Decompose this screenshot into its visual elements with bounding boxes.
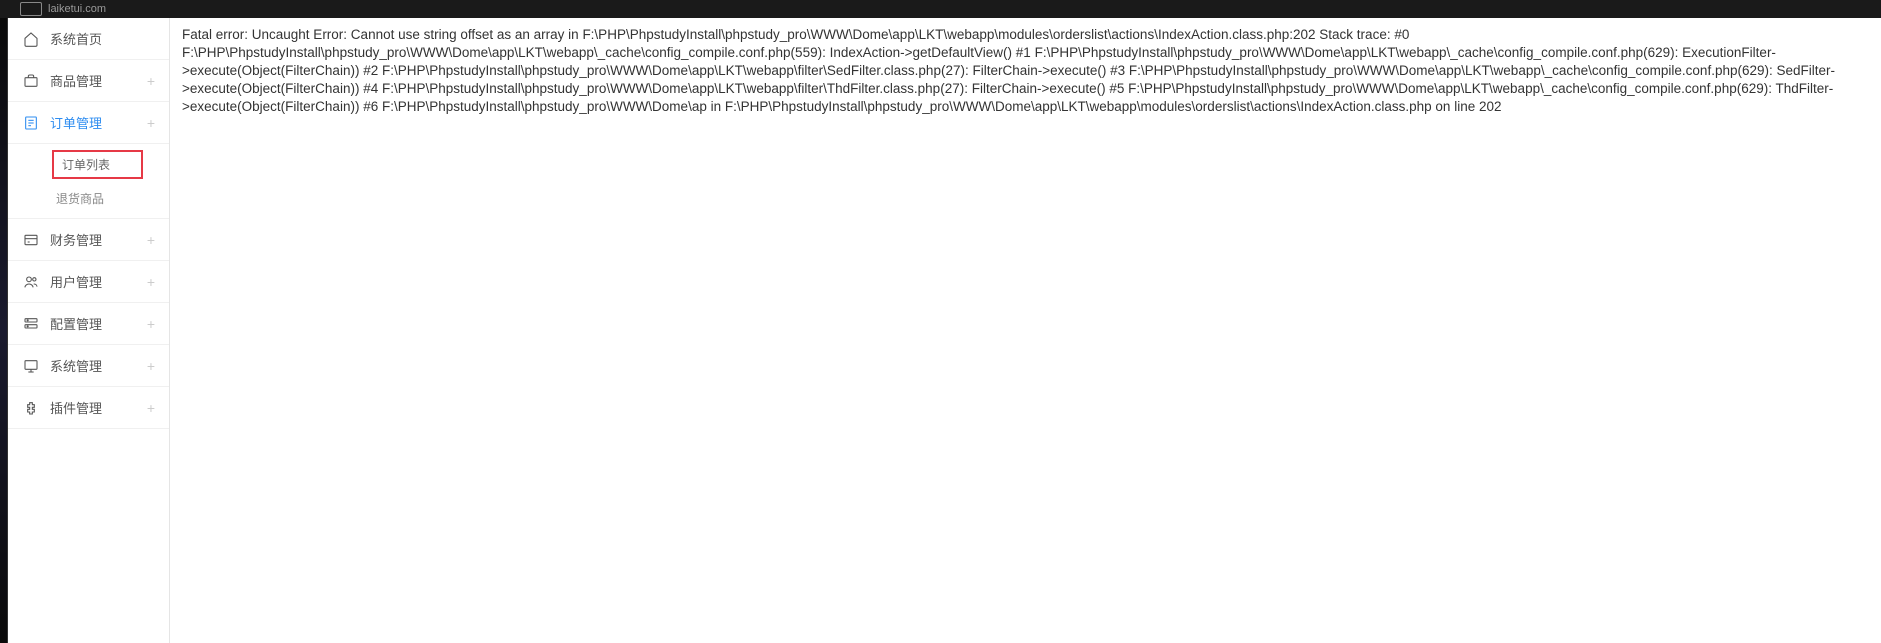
- topbar: laiketui.com: [0, 0, 1881, 18]
- expand-plus-icon: +: [147, 73, 155, 89]
- brand-name: laiketui.com: [48, 3, 106, 15]
- nav-label: 用户管理: [50, 272, 147, 291]
- nav-subitem-return-goods[interactable]: 退货商品: [8, 183, 169, 214]
- expand-plus-icon: +: [147, 400, 155, 416]
- nav-item-plugin[interactable]: 插件管理 +: [8, 387, 169, 429]
- nav-label: 插件管理: [50, 398, 147, 417]
- nav-label: 商品管理: [50, 71, 147, 90]
- nav-item-product[interactable]: 商品管理 +: [8, 60, 169, 102]
- nav-label: 财务管理: [50, 230, 147, 249]
- content-area: Fatal error: Uncaught Error: Cannot use …: [170, 18, 1881, 643]
- sidebar-decoration-strip: [0, 18, 8, 643]
- nav-item-home[interactable]: 系统首页: [8, 18, 169, 60]
- expand-plus-icon: +: [147, 115, 155, 131]
- expand-plus-icon: +: [147, 232, 155, 248]
- finance-icon: [22, 231, 40, 249]
- expand-plus-icon: +: [147, 358, 155, 374]
- nav-item-system[interactable]: 系统管理 +: [8, 345, 169, 387]
- nav-label: 订单管理: [50, 113, 147, 132]
- nav-item-finance[interactable]: 财务管理 +: [8, 219, 169, 261]
- main-container: 系统首页 商品管理 + 订单管理 + 订单列表 退货商品: [0, 18, 1881, 643]
- nav-subitem-order-list[interactable]: 订单列表: [52, 150, 143, 179]
- plugin-icon: [22, 399, 40, 417]
- user-icon: [22, 273, 40, 291]
- nav-submenu-order: 订单列表 退货商品: [8, 144, 169, 219]
- expand-plus-icon: +: [147, 316, 155, 332]
- nav-item-user[interactable]: 用户管理 +: [8, 261, 169, 303]
- product-icon: [22, 72, 40, 90]
- error-message: Fatal error: Uncaught Error: Cannot use …: [182, 26, 1869, 116]
- nav-label: 系统首页: [50, 29, 155, 48]
- sidebar: 系统首页 商品管理 + 订单管理 + 订单列表 退货商品: [8, 18, 170, 643]
- brand-logo-icon: [20, 2, 42, 16]
- nav-label: 系统管理: [50, 356, 147, 375]
- order-icon: [22, 114, 40, 132]
- nav-label: 配置管理: [50, 314, 147, 333]
- home-icon: [22, 30, 40, 48]
- system-icon: [22, 357, 40, 375]
- nav-item-config[interactable]: 配置管理 +: [8, 303, 169, 345]
- expand-plus-icon: +: [147, 274, 155, 290]
- config-icon: [22, 315, 40, 333]
- nav-item-order[interactable]: 订单管理 +: [8, 102, 169, 144]
